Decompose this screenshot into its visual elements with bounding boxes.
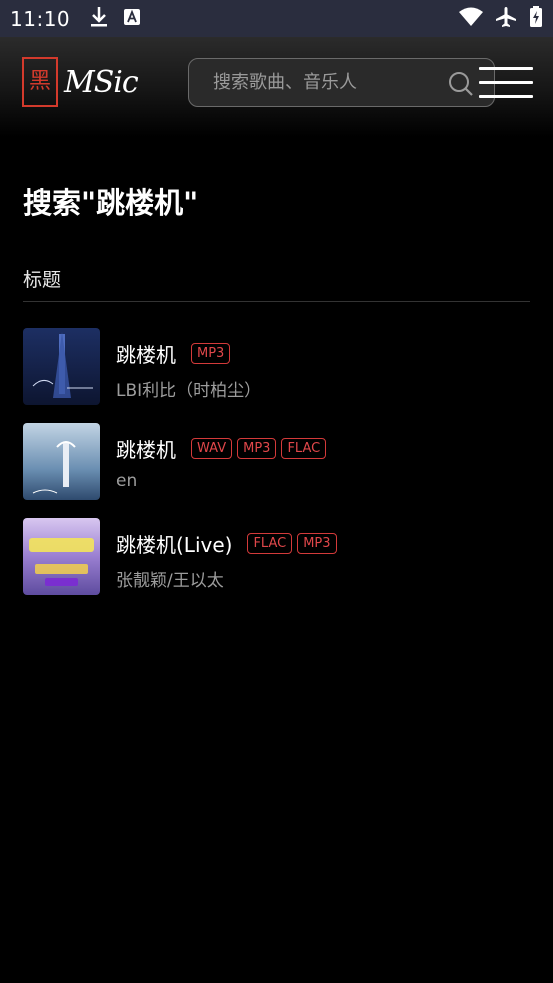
format-tags: FLAC MP3: [247, 533, 337, 554]
airplane-mode-icon: [495, 6, 517, 32]
song-item[interactable]: 跳楼机(Live) FLAC MP3 张靓颖/王以太: [23, 518, 530, 595]
section-label: 标题: [23, 269, 62, 291]
format-tag: MP3: [191, 343, 231, 364]
format-tag: MP3: [237, 438, 277, 459]
song-title: 跳楼机: [116, 343, 176, 367]
song-title: 跳楼机(Live): [116, 533, 233, 557]
status-bar: 11:10: [0, 0, 553, 37]
divider: [23, 301, 530, 302]
album-cover: [23, 328, 100, 405]
logo-seal: 黑: [22, 57, 58, 107]
format-tags: MP3: [191, 343, 231, 364]
search-icon[interactable]: [448, 71, 474, 101]
format-tags: WAV MP3 FLAC: [191, 438, 327, 459]
page-title: 搜索"跳楼机": [23, 186, 199, 220]
format-tag: FLAC: [281, 438, 327, 459]
app-logo[interactable]: 黑 MSic: [22, 57, 139, 107]
logo-text: MSic: [64, 64, 139, 100]
menu-icon[interactable]: [479, 67, 533, 101]
app-header: 黑 MSic: [0, 37, 553, 137]
battery-charging-icon: [529, 5, 543, 32]
download-icon: [90, 6, 108, 32]
song-title: 跳楼机: [116, 438, 176, 462]
song-item[interactable]: 跳楼机 WAV MP3 FLAC en: [23, 423, 530, 500]
search-input[interactable]: [213, 72, 433, 93]
app-font-icon: [124, 8, 141, 29]
song-item[interactable]: 跳楼机 MP3 LBI利比（时柏尘）: [23, 328, 530, 405]
wifi-icon: [459, 7, 483, 31]
song-artist: en: [116, 471, 138, 491]
format-tag: MP3: [297, 533, 337, 554]
search-box[interactable]: [188, 58, 495, 107]
album-cover: [23, 423, 100, 500]
song-artist: LBI利比（时柏尘）: [116, 381, 262, 401]
song-artist: 张靓颖/王以太: [116, 571, 224, 591]
album-cover: [23, 518, 100, 595]
format-tag: WAV: [191, 438, 233, 459]
format-tag: FLAC: [247, 533, 293, 554]
status-time: 11:10: [10, 6, 71, 31]
